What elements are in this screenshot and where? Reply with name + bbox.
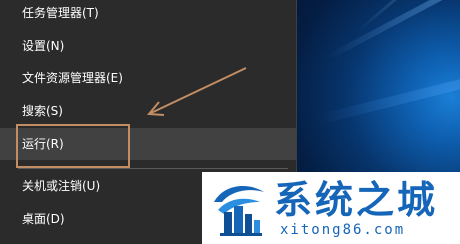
city-logo-icon [214,186,264,236]
watermark-title: 系统之城 [274,178,439,222]
watermark-url: xitong86.com [280,222,406,238]
watermark: 系统之城 xitong86.com [202,172,460,244]
